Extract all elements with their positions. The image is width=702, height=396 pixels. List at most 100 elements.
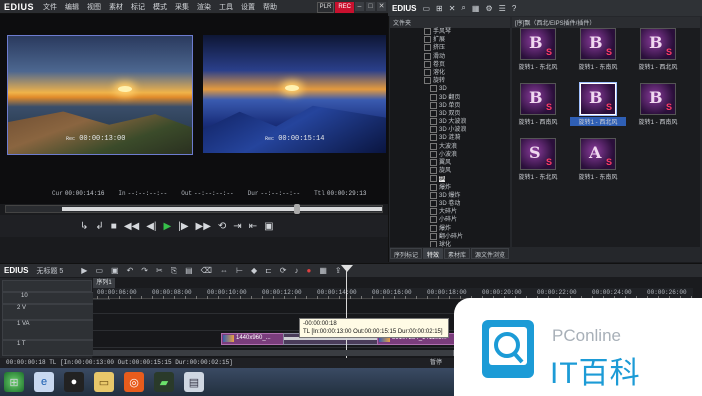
panel-tab[interactable]: 源文件浏览	[471, 248, 510, 259]
tree-item[interactable]: 翻小碎片	[390, 232, 510, 241]
folder-taskbar-icon[interactable]: ▭	[94, 372, 114, 392]
new-sequence-icon[interactable]: ▶	[81, 266, 87, 275]
effect-tile[interactable]: BS	[580, 83, 616, 115]
delete-icon[interactable]: ✕	[449, 4, 456, 13]
tree-item[interactable]: 3D	[390, 85, 510, 93]
redo-icon[interactable]: ↷	[141, 266, 148, 275]
app-taskbar-icon[interactable]: ▤	[184, 372, 204, 392]
menu-capture[interactable]: 采集	[171, 2, 193, 12]
sequence-tab[interactable]: 序列1	[93, 278, 115, 288]
position-slider[interactable]	[5, 204, 383, 214]
mark-out-icon[interactable]: ↲	[95, 221, 103, 232]
tree-item[interactable]: 溶化	[390, 68, 510, 77]
tree-item[interactable]: 飘	[390, 175, 510, 183]
timeline-scrollbar[interactable]	[93, 350, 453, 356]
loop-icon[interactable]: ⟲	[218, 221, 226, 232]
marker-icon[interactable]: ◆	[251, 266, 257, 275]
list-icon[interactable]: ☰	[499, 4, 506, 13]
fast-forward-icon[interactable]: ▶▶	[196, 221, 211, 232]
tree-item[interactable]: 卷页	[390, 60, 510, 69]
panel-tab[interactable]: 素材库	[444, 248, 471, 259]
tree-item[interactable]: 手风琴	[390, 28, 510, 36]
step-back-icon[interactable]: ◀|	[146, 221, 156, 232]
save-icon[interactable]: ▣	[111, 266, 119, 275]
playhead-marker[interactable]	[341, 265, 353, 272]
split-icon[interactable]: ⊢	[236, 266, 243, 275]
menu-view[interactable]: 视图	[83, 2, 105, 12]
close-icon[interactable]: ✕	[377, 2, 386, 11]
snap-icon[interactable]: ⊏	[265, 266, 272, 275]
menu-render[interactable]: 渲染	[193, 2, 215, 12]
ie-icon[interactable]: e	[34, 372, 54, 392]
start-icon[interactable]: ⊞	[4, 372, 24, 392]
new-folder-icon[interactable]: ⊞	[436, 4, 443, 13]
cut-icon[interactable]: ✂	[156, 266, 163, 275]
effect-tile[interactable]: BS	[640, 83, 676, 115]
menu-clip[interactable]: 素材	[105, 2, 127, 12]
view-icon[interactable]: ▦	[472, 4, 480, 13]
edius-taskbar-icon[interactable]: ▰	[154, 372, 174, 392]
tree-item[interactable]: 球化	[390, 240, 510, 247]
record-icon[interactable]: ●	[307, 266, 312, 275]
ripple-icon[interactable]: ⇔	[220, 266, 228, 275]
menu-file[interactable]: 文件	[39, 2, 61, 12]
menu-settings[interactable]: 设置	[237, 2, 259, 12]
tree-item[interactable]: 3D 双页	[390, 109, 510, 118]
effect-tile[interactable]: BS	[640, 28, 676, 60]
effect-tile[interactable]: BS	[520, 83, 556, 115]
tree-item[interactable]: 3D 爆炸	[390, 191, 510, 200]
tree-item[interactable]: 小波浪	[390, 150, 510, 159]
rec-button[interactable]: REC	[335, 2, 354, 13]
slider-thumb[interactable]	[294, 204, 300, 214]
sync-icon[interactable]: ⟳	[280, 266, 287, 275]
tree-item[interactable]: 爆炸	[390, 224, 510, 233]
qq-icon[interactable]: ●	[64, 372, 84, 392]
paste-icon[interactable]: ▤	[185, 266, 193, 275]
effect-tile[interactable]: AS	[580, 138, 616, 170]
tree-item[interactable]: 3D 翻页	[390, 93, 510, 102]
tree-item[interactable]: 小碎片	[390, 216, 510, 224]
effect-tile[interactable]: SS	[520, 138, 556, 170]
rewind-icon[interactable]: ◀◀	[124, 221, 139, 232]
minimize-icon[interactable]: –	[355, 2, 364, 11]
tree-item[interactable]: 爆炸	[390, 183, 510, 192]
copy-icon[interactable]: ⎘	[171, 266, 177, 276]
track-header-3[interactable]: 1 VA	[2, 320, 106, 340]
tree-item[interactable]: 大波浪	[390, 142, 510, 151]
playhead-line[interactable]	[346, 270, 347, 360]
browser-icon[interactable]: ◎	[124, 372, 144, 392]
settings-icon[interactable]: ⚙	[485, 4, 492, 13]
tree-item[interactable]: 挤压	[390, 44, 510, 52]
effect-tile[interactable]: BS	[580, 28, 616, 60]
overwrite-icon[interactable]: ⇥	[233, 221, 241, 232]
effect-tile[interactable]: BS	[520, 28, 556, 60]
menu-tools[interactable]: 工具	[215, 2, 237, 12]
tree-item[interactable]: 大碎片	[390, 208, 510, 216]
open-icon[interactable]: ▭	[95, 266, 103, 275]
tree-item[interactable]: 3D 大波浪	[390, 118, 510, 126]
tree-item[interactable]: 3D 小波浪	[390, 126, 510, 134]
folder-icon[interactable]: ▭	[422, 4, 430, 13]
menu-marker[interactable]: 标记	[127, 2, 149, 12]
mark-in-icon[interactable]: ↳	[80, 221, 88, 232]
undo-icon[interactable]: ↶	[127, 266, 134, 275]
output-icon[interactable]: ▣	[264, 221, 273, 232]
search-icon[interactable]: ⌕	[461, 3, 465, 13]
insert-icon[interactable]: ⇤	[249, 221, 257, 232]
delete-clip-icon[interactable]: ⌫	[201, 266, 212, 275]
tree-item[interactable]: 3D 涟漪	[390, 134, 510, 142]
menu-edit[interactable]: 编辑	[61, 2, 83, 12]
tree-item[interactable]: 3D 卷动	[390, 199, 510, 208]
menu-mode[interactable]: 模式	[149, 2, 171, 12]
tree-item[interactable]: 旋风	[390, 167, 510, 175]
panel-tab[interactable]: 序列标记	[390, 248, 423, 259]
plr-button[interactable]: PLR	[316, 2, 335, 13]
help-icon[interactable]: ?	[512, 4, 516, 13]
track-header-2[interactable]: 2 V	[2, 304, 106, 320]
play-icon[interactable]: ▶	[164, 221, 172, 232]
tree-item[interactable]: 翼风	[390, 159, 510, 167]
tree-item[interactable]: 旋转	[390, 77, 510, 85]
panel-tab[interactable]: 特效	[423, 248, 444, 259]
audio-icon[interactable]: ♪	[295, 266, 299, 275]
tree-item[interactable]: 3D 单页	[390, 101, 510, 110]
